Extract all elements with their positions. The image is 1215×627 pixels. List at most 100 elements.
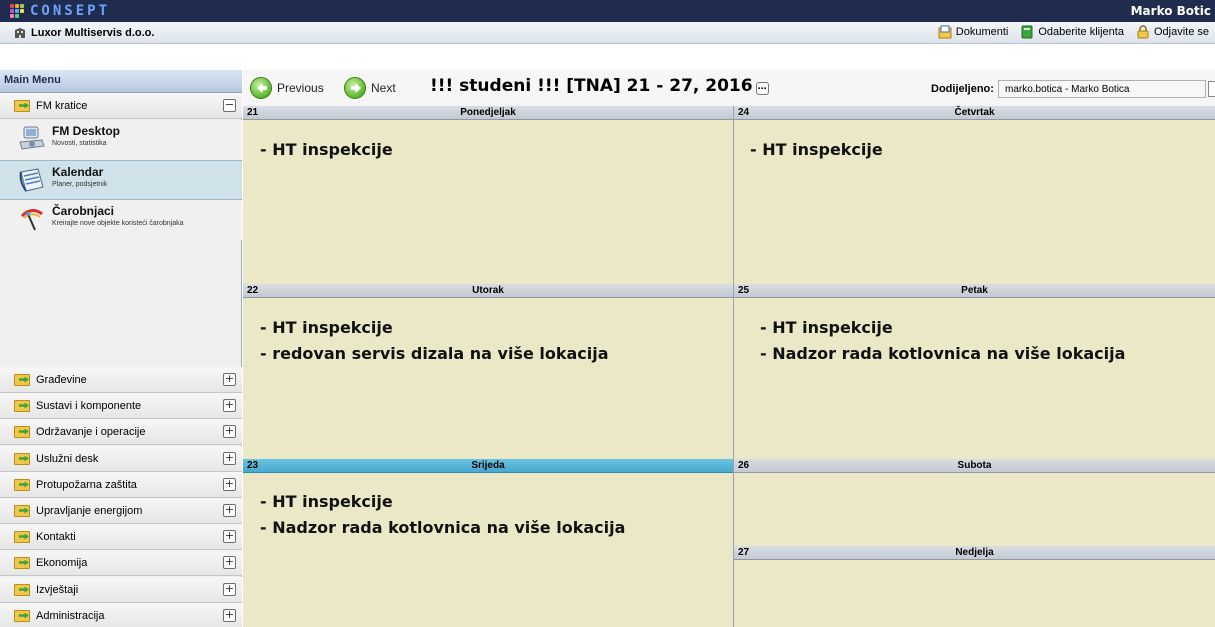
day-name: Petak [961,285,988,296]
expand-icon[interactable]: + [223,373,236,386]
event-item[interactable]: - HT inspekcije [260,315,609,341]
accordion-fm-kratice[interactable]: FM kratice − [0,93,242,119]
day-name: Utorak [472,285,504,296]
module-subtitle: Novosti, statistika [52,140,107,147]
event-item[interactable]: - HT inspekcije [260,137,393,163]
day-cell-25[interactable]: 25 Petak - HT inspekcije - Nadzor rada kot… [734,284,1215,459]
module-carobnjaci[interactable]: Čarobnjaci Kreirajte nove objekte korist… [0,200,242,240]
expand-icon[interactable]: + [223,609,236,622]
day-name: Četvrtak [954,107,995,118]
accordion-label: Kontakti [36,530,76,543]
expand-icon[interactable]: + [223,452,236,465]
accordion-label: FM kratice [36,99,88,112]
day-name: Ponedjeljak [460,107,516,118]
logout-lock-icon [1136,25,1150,39]
day-header: 27 Nedjelja [734,546,1215,560]
calendar-icon [18,167,46,193]
select-client-button[interactable]: Odaberite klijenta [1020,25,1124,39]
previous-button[interactable]: Previous [250,77,324,99]
documents-label: Dokumenti [955,26,1009,38]
day-cell-22[interactable]: 22 Utorak - HT inspekcije - redovan servis… [243,284,733,459]
event-item[interactable]: - Nadzor rada kotlovnica na više lokacij… [760,341,1125,367]
event-item[interactable]: - HT inspekcije [760,315,1125,341]
day-cell-27[interactable]: 27 Nedjelja [734,546,1215,627]
arrow-left-icon [250,77,272,99]
logo-text: CONSEPT [30,3,111,19]
collapse-icon[interactable]: − [223,99,236,112]
assigned-label: Dodijeljeno: [931,83,994,95]
expand-icon[interactable]: + [223,530,236,543]
accordion-section[interactable]: Upravljanje energijom + [0,498,242,524]
expand-icon[interactable]: + [223,504,236,517]
accordion-section[interactable]: Protupožarna zaštita + [0,472,242,498]
week-title-text: !!! studeni !!! [TNA] 21 - 27, 2016 [430,76,753,96]
folder-arrow-icon [14,556,30,569]
event-list: - HT inspekcije [260,137,393,163]
module-fm-desktop[interactable]: FM Desktop Novosti, statistika [0,120,242,160]
consept-logo: CONSEPT [10,3,110,19]
accordion-label: Protupožarna zaštita [36,478,137,491]
module-title: Čarobnjaci [52,204,115,218]
expand-icon[interactable]: + [223,583,236,596]
week-options-icon[interactable]: … [755,82,769,95]
day-header-today: 23 Srijeda [243,459,733,473]
folder-arrow-icon [14,504,30,517]
accordion-section[interactable]: Građevine + [0,367,242,393]
column-divider [733,106,734,627]
expand-icon[interactable]: + [223,425,236,438]
folder-arrow-icon [14,452,30,465]
next-label: Next [371,81,396,95]
day-name: Subota [957,460,992,471]
event-item[interactable]: - redovan servis dizala na više lokacija [260,341,609,367]
module-kalendar[interactable]: Kalendar Planer, podsjetnik [0,160,242,200]
event-item[interactable]: - Nadzor rada kotlovnica na više lokacij… [260,515,625,541]
folder-arrow-icon [14,399,30,412]
wizard-icon [18,206,46,232]
day-cell-21[interactable]: 21 Ponedjeljak - HT inspekcije [243,106,733,284]
expand-icon[interactable]: + [223,556,236,569]
assigned-picker-button[interactable] [1208,81,1215,97]
module-subtitle: Kreirajte nove objekte koristeći čarobnj… [52,220,184,227]
previous-label: Previous [277,81,324,95]
select-client-label: Odaberite klijenta [1038,26,1124,38]
company-name: Luxor Multiservis d.o.o. [14,27,154,39]
accordion-label: Ekonomija [36,556,88,569]
accordion-section[interactable]: Sustavi i komponente + [0,393,242,419]
logout-label: Odjavite se [1153,26,1209,38]
accordion-section[interactable]: Izvještaji + [0,577,242,603]
day-header: 24 Četvrtak [734,106,1215,120]
accordion-label: Upravljanje energijom [36,504,143,517]
event-item[interactable]: - HT inspekcije [260,489,625,515]
day-header: 21 Ponedjeljak [243,106,733,120]
day-cell-23[interactable]: 23 Srijeda - HT inspekcije - Nadzor rada k… [243,459,733,627]
event-item[interactable]: - HT inspekcije [750,137,883,163]
accordion-section[interactable]: Održavanje i operacije + [0,419,242,445]
accordion-section[interactable]: Uslužni desk + [0,446,242,472]
logout-button[interactable]: Odjavite se [1136,25,1209,39]
assigned-field[interactable]: marko.botica - Marko Botica [998,80,1206,98]
folder-arrow-icon [14,478,30,491]
accordion-section[interactable]: Kontakti + [0,524,242,550]
accordion-label: Uslužni desk [36,452,99,465]
desktop-icon [18,126,46,152]
accordion-section[interactable]: Administracija + [0,603,242,627]
event-list: - HT inspekcije - redovan servis dizala n… [260,315,609,367]
folder-arrow-icon [14,373,30,386]
day-cell-26[interactable]: 26 Subota [734,459,1215,546]
documents-icon [938,25,952,39]
week-calendar: 21 Ponedjeljak - HT inspekcije 22 Utorak -… [243,106,1215,627]
day-cell-24[interactable]: 24 Četvrtak - HT inspekcije [734,106,1215,284]
expand-icon[interactable]: + [223,478,236,491]
folder-arrow-icon [14,530,30,543]
expand-icon[interactable]: + [223,399,236,412]
arrow-right-icon [344,77,366,99]
top-bar: CONSEPT Marko Botic [0,0,1215,22]
folder-arrow-icon [14,609,30,622]
next-button[interactable]: Next [344,77,396,99]
accordion-section[interactable]: Ekonomija + [0,550,242,576]
module-subtitle: Planer, podsjetnik [52,181,108,188]
documents-button[interactable]: Dokumenti [938,25,1009,39]
user-name[interactable]: Marko Botic [1131,4,1211,18]
accordion-label: Administracija [36,609,105,622]
client-bar: Luxor Multiservis d.o.o. Dokumenti Odabe… [0,22,1215,44]
